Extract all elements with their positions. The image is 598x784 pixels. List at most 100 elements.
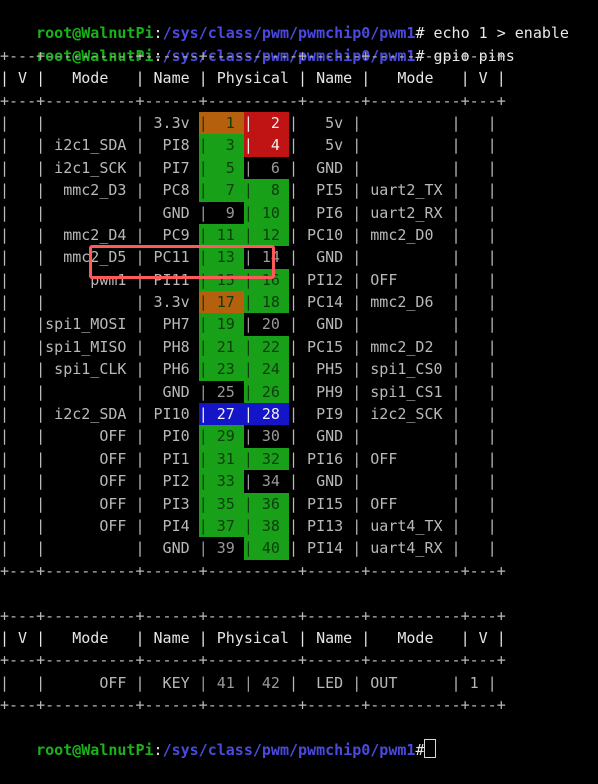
row-right-fields: | GND | | | (289, 427, 497, 446)
row-right-fields: | PH9 | spi1_CS1 | | (289, 382, 497, 401)
table-row: | | OFF | KEY | 41 | 42 | LED | OUT | 1 … (0, 672, 598, 694)
table-separator-top: +---+----------+------+----------+------… (0, 46, 506, 65)
row-left-fields: | | spi1_CLK | PH6 (0, 360, 199, 379)
table-header-row: | V | Mode | Name | Physical | Name | Mo… (0, 69, 506, 88)
row-left-fields: | |spi1_MISO | PH8 (0, 337, 199, 356)
row-right-fields: | PI16 | OFF | | (289, 449, 497, 468)
row-left-fields: | | OFF | PI0 (0, 427, 199, 446)
row-left-fields: | | i2c1_SCK | PI7 (0, 158, 199, 177)
row-left-fields: | |spi1_MOSI | PH7 (0, 315, 199, 334)
row-right-fields: | GND | | | (289, 315, 497, 334)
row-right-fields: | PC15 | mmc2_D2 | | (289, 337, 497, 356)
row-left-fields: | | | GND (0, 203, 199, 222)
pin-cell-right: | 4 (243, 134, 289, 157)
table-row: | | OFF | PI4 | 37 | 38 | PI13 | uart4_T… (0, 514, 598, 538)
table-row: | | mmc2_D3 | PC8 | 7 | 8 | PI5 | uart2_… (0, 179, 598, 202)
row-left-fields: | | | GND (0, 382, 199, 401)
pin-cell-left: | 35 (198, 492, 244, 515)
table-row: | | | 3.3v | 17 | 18 | PC14 | mmc2_D6 | … (0, 291, 598, 314)
row-right-fields: | GND | | | (289, 158, 497, 177)
table-row: | | mmc2_D4 | PC9 | 11 | 12 | PC10 | mmc… (0, 223, 598, 247)
table2-header-row: | V | Mode | Name | Physical | Name | Mo… (0, 628, 506, 647)
terminal-window[interactable]: root@WalnutPi:/sys/class/pwm/pwmchip0/pw… (0, 0, 598, 759)
table2-separator-top: +---+----------+------+----------+------… (0, 606, 506, 625)
gpio-pin-table: +---+----------+------+----------+------… (0, 45, 598, 582)
row-right-fields: | PI5 | uart2_TX | | (289, 181, 497, 200)
pin-cell-right: | 36 (243, 492, 289, 515)
row-left-fields: | | OFF | KEY (0, 673, 199, 692)
row-right-fields: | PI15 | OFF | | (289, 494, 497, 513)
table-row: | | | 3.3v | 1 | 2 | 5v | | | (0, 111, 598, 135)
table-row: | | OFF | PI0 | 29 | 30 | GND | | | (0, 425, 598, 448)
row-left-fields: | | i2c2_SDA | PI10 (0, 405, 199, 424)
row-right-fields: | PI6 | uart2_RX | | (289, 203, 497, 222)
row-right-fields: | GND | | | (289, 248, 497, 267)
row-left-fields: | | mmc2_D4 | PC9 (0, 225, 199, 244)
table-row: | | i2c2_SDA | PI10 | 27 | 28 | PI9 | i2… (0, 403, 598, 426)
pin-cell-left: | 11 (198, 223, 244, 247)
table-row: | | i2c1_SCK | PI7 | 5 | 6 | GND | | | (0, 156, 598, 180)
row-right-fields: | 5v | | | (289, 113, 497, 132)
row-right-fields: | PI12 | OFF | | (289, 270, 497, 289)
pin-cell-left: | 13 (198, 246, 244, 269)
pin-cell-left: | 37 (198, 514, 244, 538)
row-left-fields: | | OFF | PI4 (0, 516, 199, 535)
pin-cell-left: | 25 (198, 382, 244, 401)
pin-cell-right: | 8 (243, 179, 289, 202)
table-row: | | OFF | PI3 | 35 | 36 | PI15 | OFF | | (0, 492, 598, 515)
row-right-fields: | PC10 | mmc2_D0 | | (289, 225, 497, 244)
pin-cell-left: | 19 (198, 313, 244, 336)
table-row: | | | GND | 9 | 10 | PI6 | uart2_RX | | (0, 201, 598, 224)
terminal-final-prompt: root@WalnutPi:/sys/class/pwm/pwmchip0/pw… (0, 717, 598, 759)
table-row: | | OFF | PI1 | 31 | 32 | PI16 | OFF | | (0, 447, 598, 471)
pin-cell-left: | 1 (198, 111, 244, 135)
row-left-fields: | | pwm1 | PI11 (0, 270, 199, 289)
pin-cell-left: | 33 (198, 470, 244, 493)
table-separator-header: +---+----------+------+----------+------… (0, 91, 506, 110)
table-row: | |spi1_MOSI | PH7 | 19 | 20 | GND | | | (0, 313, 598, 336)
pin-cell-right: | 42 (243, 673, 289, 692)
pin-cell-right: | 40 (243, 537, 289, 560)
pin-cell-left: | 15 (198, 268, 244, 292)
table-row: | | | GND | 39 | 40 | PI14 | uart4_RX | … (0, 537, 598, 560)
pin-cell-right: | 30 (243, 427, 289, 446)
pin-cell-right: | 6 (243, 158, 289, 177)
pin-cell-left: | 23 (198, 358, 244, 381)
gpio-extra-table: +---+----------+------+----------+------… (0, 605, 598, 717)
prompt-user-host: root@WalnutPi (36, 740, 154, 759)
row-right-fields: | 5v | | | (289, 136, 497, 155)
pin-cell-left: | 7 (198, 179, 244, 202)
table2-separator-bottom: +---+----------+------+----------+------… (0, 696, 506, 715)
row-left-fields: | | i2c1_SDA | PI8 (0, 136, 199, 155)
table-gap (0, 582, 598, 604)
table-row: | | OFF | PI2 | 33 | 34 | GND | | | (0, 470, 598, 493)
row-left-fields: | | | 3.3v (0, 293, 199, 312)
pin-cell-left: | 5 (198, 156, 244, 180)
pin-cell-right: | 14 (243, 248, 289, 267)
pin-cell-left: | 27 (198, 403, 244, 426)
row-left-fields: | | OFF | PI1 (0, 449, 199, 468)
pin-cell-right: | 16 (243, 268, 289, 292)
row-right-fields: | LED | OUT | 1 | (289, 673, 497, 692)
pin-cell-left: | 9 (198, 203, 244, 222)
row-right-fields: | PI14 | uart4_RX | | (289, 539, 497, 558)
prompt-hash: # (415, 740, 425, 759)
pin-cell-left: | 3 (198, 134, 244, 157)
row-right-fields: | PC14 | mmc2_D6 | | (289, 293, 497, 312)
terminal-cursor (424, 738, 437, 758)
pin-cell-left: | 41 (198, 673, 244, 692)
row-left-fields: | | | GND (0, 539, 199, 558)
table-row: | |spi1_MISO | PH8 | 21 | 22 | PC15 | mm… (0, 335, 598, 359)
pin-cell-left: | 39 (198, 539, 244, 558)
pin-cell-right: | 12 (243, 223, 289, 247)
row-left-fields: | | mmc2_D3 | PC8 (0, 181, 199, 200)
terminal-command-line-1: root@WalnutPi:/sys/class/pwm/pwmchip0/pw… (0, 0, 598, 42)
pin-cell-left: | 21 (198, 335, 244, 359)
row-right-fields: | PI13 | uart4_TX | | (289, 516, 497, 535)
row-left-fields: | | mmc2_D5 | PC11 (0, 248, 199, 267)
table-separator-bottom: +---+----------+------+----------+------… (0, 561, 506, 580)
pin-cell-right: | 10 (243, 201, 289, 224)
pin-cell-left: | 31 (198, 447, 244, 471)
table2-separator-header: +---+----------+------+----------+------… (0, 651, 506, 670)
prompt-colon: : (153, 740, 163, 759)
